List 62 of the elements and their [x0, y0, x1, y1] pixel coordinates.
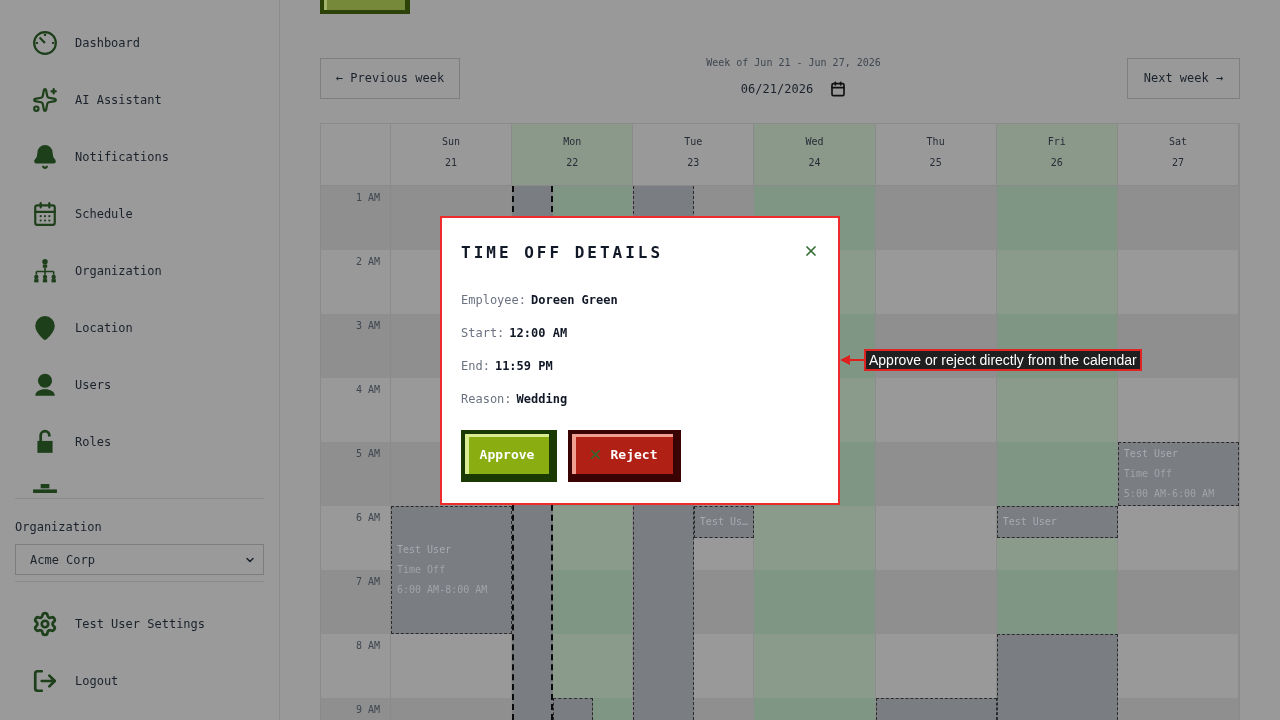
day-date: 22	[566, 157, 579, 169]
day-date: 27	[1171, 157, 1184, 169]
reject-button[interactable]: Reject	[568, 429, 681, 482]
dialog-title: TIME OFF DETAILS	[461, 243, 664, 262]
field-value: 11:59 PM	[494, 357, 553, 374]
next-week-button[interactable]: Next week →	[1127, 57, 1240, 99]
nav-link[interactable]: AI Assistant	[0, 71, 279, 128]
logout-icon	[32, 667, 58, 694]
time-label: 7 AM	[355, 576, 380, 588]
nav-link[interactable]: Test User Settings	[0, 595, 279, 652]
org-chart-icon	[32, 257, 58, 284]
day-date: 25	[929, 157, 942, 169]
previous-week-button[interactable]: ← Previous week	[320, 57, 460, 99]
field-value: Doreen Green	[531, 291, 618, 308]
field-value: 12:00 AM	[509, 324, 568, 341]
nav-link[interactable]: Location	[0, 299, 279, 356]
nav-link[interactable]: Organization	[0, 242, 279, 299]
day-name: Thu	[926, 136, 945, 148]
time-label: 6 AM	[355, 512, 380, 524]
day-name: Sat	[1168, 136, 1187, 148]
map-pin-icon	[32, 314, 58, 341]
time-label: 3 AM	[355, 320, 380, 332]
date-field[interactable]: 06/21/2026	[740, 79, 847, 99]
user-icon	[32, 371, 58, 398]
day-name: Wed	[805, 136, 824, 148]
field-label: Employee:	[461, 291, 527, 308]
sparkles-icon	[32, 86, 58, 113]
organization-select[interactable]: Acme Corp	[15, 544, 264, 575]
time-label: 9 AM	[355, 704, 380, 716]
annotation-label: Approve or reject directly from the calendar	[864, 349, 1142, 371]
field-value: Wedding	[516, 390, 568, 407]
field-label: Reason:	[461, 390, 512, 407]
field-label: End:	[461, 357, 490, 374]
day-date: 24	[808, 157, 821, 169]
bell-icon	[32, 143, 58, 170]
day-name: Mon	[563, 136, 582, 148]
gauge-icon	[32, 29, 58, 56]
organization-label: Organization	[15, 519, 103, 535]
day-name: Sun	[442, 136, 461, 148]
week-range: Week of Jun 21 - Jun 27, 2026	[706, 57, 881, 69]
day-name: Tue	[684, 136, 703, 148]
nav-link[interactable]: Roles	[0, 413, 279, 470]
nav-link[interactable]: Users	[0, 356, 279, 413]
calendar-icon	[32, 200, 58, 227]
nav-link[interactable]: Logout	[0, 652, 279, 709]
left-arrow-icon	[840, 354, 864, 366]
nav-link[interactable]: Dashboard	[0, 14, 279, 71]
time-label: 8 AM	[355, 640, 380, 652]
time-label: 2 AM	[355, 256, 380, 268]
day-name: Fri	[1047, 136, 1066, 148]
settings-icon	[32, 610, 58, 637]
nav-link[interactable]: Notifications	[0, 128, 279, 185]
time-label: 1 AM	[355, 192, 380, 204]
calendar-icon	[830, 81, 847, 97]
day-date: 23	[687, 157, 700, 169]
briefcase-icon	[32, 484, 58, 493]
day-date: 26	[1050, 157, 1063, 169]
day-date: 21	[445, 157, 458, 169]
time-label: 4 AM	[355, 384, 380, 396]
nav-link[interactable]: Schedule	[0, 185, 279, 242]
time-label: 5 AM	[355, 448, 380, 460]
field-label: Start:	[461, 324, 505, 341]
